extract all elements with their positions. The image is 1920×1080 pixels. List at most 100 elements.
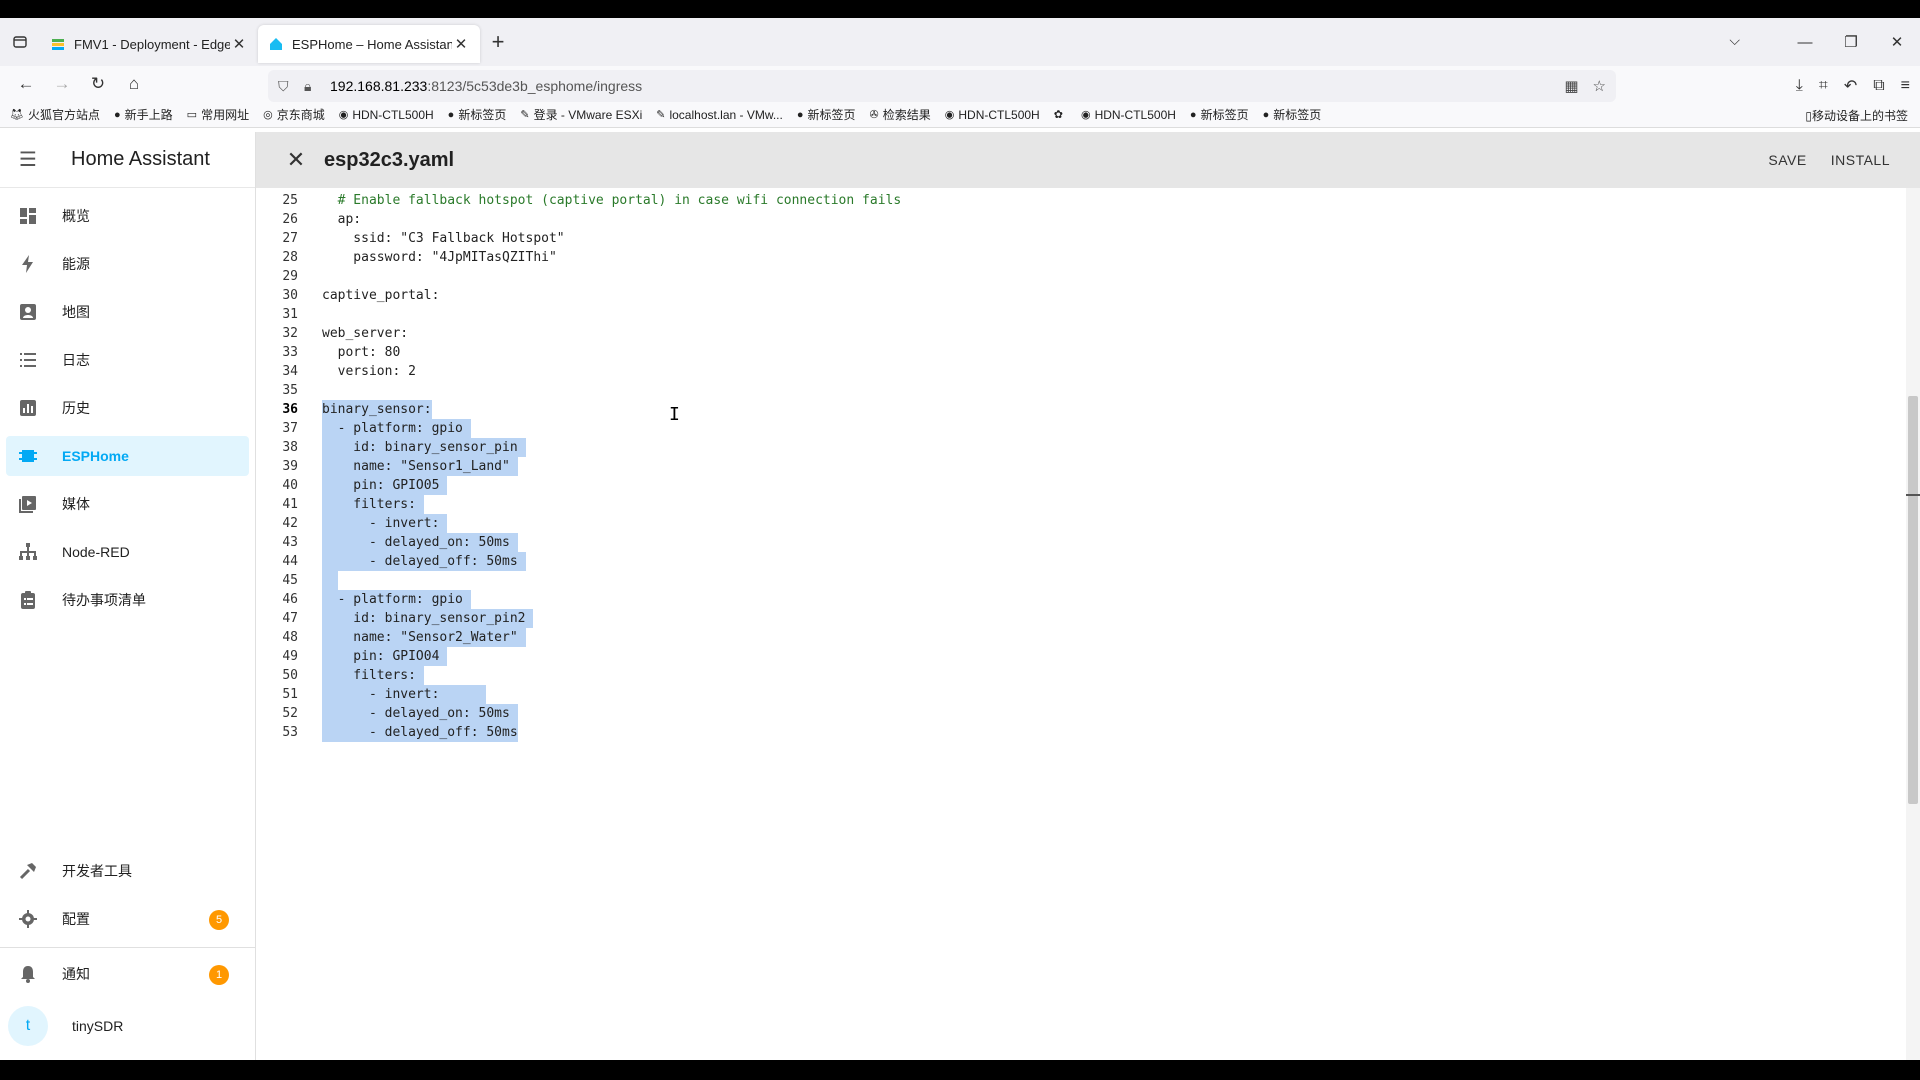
bookmark-icon: ✿ bbox=[1053, 109, 1063, 121]
sidebar-item-label: 待办事项清单 bbox=[62, 592, 146, 608]
sidebar-user[interactable]: t tinySDR bbox=[0, 1002, 255, 1050]
bookmark-item[interactable]: ✿ bbox=[1054, 108, 1067, 121]
save-button[interactable]: SAVE bbox=[1768, 152, 1806, 168]
sidebar-item-lightning[interactable]: 能源 bbox=[6, 244, 249, 284]
bookmark-item[interactable]: ● 新手上路 bbox=[114, 106, 173, 123]
sidebar-item-sitemap[interactable]: Node-RED bbox=[6, 532, 249, 572]
tab-list-icon[interactable] bbox=[0, 18, 40, 66]
crop-icon[interactable]: ⌗ bbox=[1819, 77, 1828, 95]
code-text: id: binary_sensor_pin bbox=[322, 438, 526, 457]
bookmark-item[interactable]: ◉ HDN-CTL500H bbox=[339, 108, 434, 122]
sidebar-item-label: ESPHome bbox=[62, 448, 129, 464]
sidebar-item-media[interactable]: 媒体 bbox=[6, 484, 249, 524]
close-editor-icon[interactable]: ✕ bbox=[276, 147, 316, 173]
bookmark-item[interactable]: ✎ localhost.lan - VMw... bbox=[656, 108, 783, 122]
code-line: 25 # Enable fallback hotspot (captive po… bbox=[256, 191, 1856, 210]
sidebar-item-chart[interactable]: 历史 bbox=[6, 388, 249, 428]
sidebar-item-label: 开发者工具 bbox=[62, 863, 132, 879]
back-icon[interactable]: ← bbox=[8, 74, 44, 94]
code-text: binary_sensor: bbox=[322, 400, 432, 419]
minimize-icon[interactable]: — bbox=[1782, 34, 1828, 51]
line-number: 43 bbox=[282, 535, 298, 550]
tab-esphome[interactable]: ESPHome – Home Assistant ✕ bbox=[258, 25, 480, 63]
url-host: 192.168.81.233 bbox=[330, 78, 428, 94]
shield-icon[interactable]: ⛉ bbox=[278, 78, 304, 95]
bookmark-item[interactable]: ✎ 登录 - VMware ESXi bbox=[520, 106, 642, 123]
undo-icon[interactable]: ↶ bbox=[1844, 76, 1857, 96]
star-icon[interactable]: ☆ bbox=[1593, 77, 1606, 95]
bookmarks-bar: 🦊︎ 火狐官方站点 ● 新手上路 ▭ 常用网址 ◎ 京东商城 ◉ HDN-CTL500H ● 新标签页… bbox=[0, 102, 1920, 128]
bookmark-label: HDN-CTL500H bbox=[958, 107, 1040, 122]
bookmark-item[interactable]: ● 新标签页 bbox=[448, 106, 507, 123]
code-text: ssid: "C3 Fallback Hotspot" bbox=[322, 231, 565, 246]
close-tab-icon[interactable]: ✕ bbox=[452, 35, 470, 53]
sidebar-item-label: 配置 bbox=[62, 911, 90, 927]
bookmark-item[interactable]: 🦊︎ 火狐官方站点 bbox=[10, 106, 100, 123]
collapse-menu-icon[interactable]: ☰ bbox=[0, 147, 56, 172]
sidebar-item-dashboard[interactable]: 概览 bbox=[6, 196, 249, 236]
code-text: - platform: gpio bbox=[322, 590, 471, 609]
tab-fmv1[interactable]: FMV1 - Deployment - Edge I ✕ bbox=[40, 25, 258, 63]
install-button[interactable]: INSTALL bbox=[1831, 152, 1890, 168]
sidebar-item-clipboard[interactable]: 待办事项清单 bbox=[6, 580, 249, 620]
code-line: 32 web_server: bbox=[256, 324, 1856, 343]
sidebar-item-chip[interactable]: ESPHome bbox=[6, 436, 249, 476]
line-number: 51 bbox=[282, 687, 298, 702]
chevron-down-icon[interactable]: ⌵ bbox=[1729, 32, 1740, 49]
chip-icon bbox=[18, 446, 62, 466]
sidebar-item-list[interactable]: 日志 bbox=[6, 340, 249, 380]
phone-icon: ▯ bbox=[1805, 109, 1812, 123]
code-text: port: 80 bbox=[322, 345, 401, 360]
sidebar-item-map[interactable]: 地图 bbox=[6, 292, 249, 332]
reload-icon[interactable]: ↻ bbox=[80, 74, 116, 94]
bookmark-item[interactable]: ▭ 常用网址 bbox=[187, 106, 249, 123]
code-text: - platform: gpio bbox=[322, 419, 471, 438]
line-number: 26 bbox=[282, 212, 298, 227]
new-tab-icon[interactable]: + bbox=[480, 29, 516, 55]
code-line: 34 version: 2 bbox=[256, 362, 1856, 381]
qr-code-icon[interactable]: ▦ bbox=[1564, 77, 1578, 95]
close-window-icon[interactable]: ✕ bbox=[1874, 33, 1920, 51]
code-editor[interactable]: 25 # Enable fallback hotspot (captive po… bbox=[256, 188, 1920, 1060]
forward-icon[interactable]: → bbox=[44, 74, 80, 94]
sidebar-item-notifications[interactable]: 通知 1 bbox=[6, 954, 249, 994]
sidebar-item-label: 能源 bbox=[62, 256, 90, 272]
bookmark-item[interactable]: ✇ 检索结果 bbox=[870, 106, 931, 123]
mobile-bookmarks[interactable]: ▯移动设备上的书签 bbox=[1805, 107, 1908, 124]
user-name: tinySDR bbox=[72, 1018, 124, 1034]
url-bar[interactable]: ⛉ 🔒︎ 192.168.81.233:8123/5c53de3b_esphom… bbox=[268, 70, 1616, 102]
menu-icon[interactable]: ≡ bbox=[1901, 77, 1910, 95]
lock-icon[interactable]: 🔒︎ bbox=[304, 78, 330, 95]
bookmark-icon: ✎ bbox=[520, 109, 530, 121]
code-text: ap: bbox=[322, 212, 362, 227]
scrollbar-thumb[interactable] bbox=[1908, 396, 1918, 804]
main-editor: ✕ esp32c3.yaml SAVE INSTALL 25 # Enable … bbox=[256, 132, 1920, 1060]
line-number: 33 bbox=[282, 345, 298, 360]
sidebar-item-label: 地图 bbox=[62, 304, 90, 320]
line-number: 35 bbox=[282, 383, 298, 398]
code-text: name: "Sensor2_Water" bbox=[322, 628, 526, 647]
home-assistant-app: ☰ Home Assistant 概览 能源 地图 日志 历史 ESPHome 媒体 Node… bbox=[0, 132, 1920, 1060]
code-text: version: 2 bbox=[322, 364, 416, 379]
code-line: 44 - delayed_off: 50ms bbox=[256, 552, 1856, 571]
code-line: 47 id: binary_sensor_pin2 bbox=[256, 609, 1856, 628]
bookmark-item[interactable]: ● 新标签页 bbox=[797, 106, 856, 123]
download-icon[interactable]: ⤓ bbox=[1796, 77, 1803, 95]
close-tab-icon[interactable]: ✕ bbox=[230, 35, 248, 53]
sidebar-item-label: 概览 bbox=[62, 208, 90, 224]
restore-icon[interactable]: ❐ bbox=[1828, 33, 1874, 51]
file-title: esp32c3.yaml bbox=[324, 148, 455, 171]
vertical-scrollbar[interactable] bbox=[1906, 188, 1920, 1060]
bookmark-item[interactable]: ◉ HDN-CTL500H bbox=[945, 108, 1040, 122]
bookmark-item[interactable]: ◎ 京东商城 bbox=[263, 106, 325, 123]
lightning-icon bbox=[18, 254, 62, 274]
sidebar-item-gear[interactable]: 配置 5 bbox=[6, 899, 249, 939]
text-cursor-icon: I bbox=[669, 404, 680, 425]
bookmark-icon: ● bbox=[1189, 108, 1197, 121]
bookmark-item[interactable]: ● 新标签页 bbox=[1190, 106, 1249, 123]
home-icon[interactable]: ⌂ bbox=[116, 74, 152, 94]
sidebar-item-hammer[interactable]: 开发者工具 bbox=[6, 851, 249, 891]
extensions-icon[interactable]: ⧉ bbox=[1873, 77, 1884, 95]
bookmark-item[interactable]: ◉ HDN-CTL500H bbox=[1081, 108, 1176, 122]
bookmark-item[interactable]: ● 新标签页 bbox=[1263, 106, 1322, 123]
